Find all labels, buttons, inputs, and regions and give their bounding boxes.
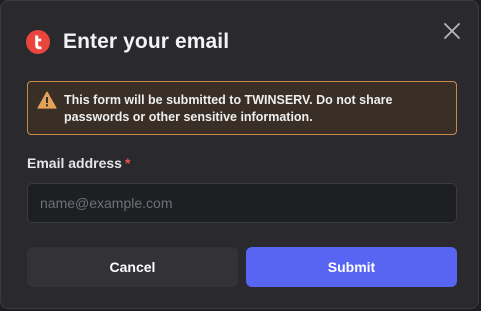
close-button[interactable] <box>441 20 463 42</box>
submit-button[interactable]: Submit <box>246 247 457 287</box>
warning-banner: This form will be submitted to TWINSERV.… <box>27 81 457 135</box>
close-icon <box>444 23 460 39</box>
dialog-title: Enter your email <box>63 30 230 53</box>
twinserv-logo-icon <box>26 30 50 54</box>
warning-triangle-icon <box>37 91 57 109</box>
required-marker: * <box>124 155 131 171</box>
cancel-button[interactable]: Cancel <box>27 247 238 287</box>
email-label: Email address * <box>27 155 130 171</box>
email-input[interactable] <box>27 183 457 223</box>
warning-text: This form will be submitted to TWINSERV.… <box>64 93 393 124</box>
dialog-header: Enter your email <box>26 28 229 56</box>
email-label-text: Email address <box>27 155 122 171</box>
email-dialog: Enter your email This form will be submi… <box>0 0 479 309</box>
